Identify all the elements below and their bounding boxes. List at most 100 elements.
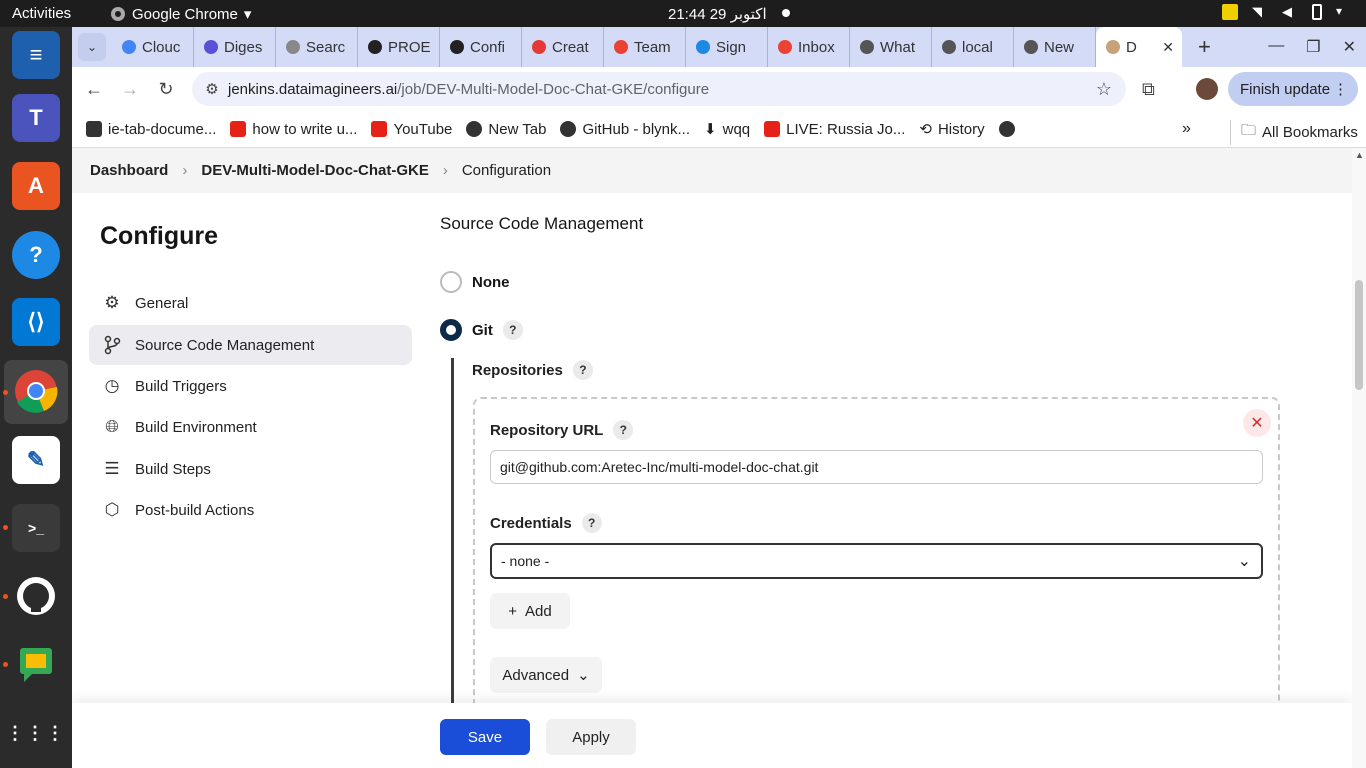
help-icon[interactable]: ?	[613, 420, 634, 440]
bookmark-item[interactable]: how to write u...	[230, 121, 357, 138]
bookmark-star-icon[interactable]: ☆	[1096, 79, 1112, 100]
more-menu-icon: ⋮	[1333, 81, 1348, 98]
browser-tab[interactable]: Inbox	[768, 27, 850, 67]
page-scrollbar[interactable]: ▲	[1352, 148, 1366, 768]
delete-repository-button[interactable]: ✕	[1243, 409, 1271, 437]
tab-label: New	[1044, 38, 1075, 56]
bookmark-item[interactable]: ie-tab-docume...	[86, 121, 216, 138]
extensions-icon[interactable]: ⧉	[1142, 79, 1155, 100]
breadcrumb-job[interactable]: DEV-Multi-Model-Doc-Chat-GKE	[201, 162, 428, 179]
browser-tab[interactable]: Searc	[276, 27, 358, 67]
notes-tray-icon[interactable]	[1222, 4, 1238, 20]
bookmark-label: GitHub - blynk...	[582, 120, 691, 138]
save-button[interactable]: Save	[440, 719, 530, 755]
help-icon[interactable]: ?	[572, 360, 593, 380]
bookmarks-overflow-icon[interactable]: »	[1182, 120, 1191, 138]
github-logo-icon	[17, 577, 55, 615]
browser-tab[interactable]: Diges	[194, 27, 276, 67]
back-button[interactable]: ←	[76, 79, 112, 100]
close-tab-icon[interactable]: ✕	[1162, 39, 1174, 56]
add-credentials-button[interactable]: + Add	[490, 593, 570, 629]
github-icon	[560, 121, 577, 137]
radio-none[interactable]	[440, 271, 462, 293]
app-menu[interactable]: Google Chrome ▾	[110, 5, 251, 23]
sidebar-item-build-environment[interactable]: 🌐︎ Build Environment	[89, 407, 412, 447]
reload-button[interactable]: ↻	[148, 79, 184, 100]
github-icon[interactable]	[12, 572, 60, 620]
scroll-up-icon[interactable]: ▲	[1355, 150, 1364, 160]
finish-update-label: Finish update	[1240, 80, 1331, 98]
notes-icon[interactable]: ✎	[12, 436, 60, 484]
text-editor-icon[interactable]: ≡	[12, 31, 60, 79]
bookmark-item[interactable]: ⬇ wqq	[704, 120, 750, 139]
advanced-button[interactable]: Advanced ⌄	[490, 657, 602, 693]
finish-update-button[interactable]: Finish update ⋮	[1228, 72, 1358, 106]
app-store-icon[interactable]: A	[12, 162, 60, 210]
youtube-icon	[371, 121, 388, 137]
browser-tab[interactable]: Creat	[522, 27, 604, 67]
caret-down-icon[interactable]: ▾	[1336, 4, 1352, 20]
site-info-icon[interactable]: ⚙	[196, 80, 228, 98]
profile-avatar[interactable]	[1196, 78, 1218, 100]
sidebar-item-build-triggers[interactable]: ◷ Build Triggers	[89, 366, 412, 406]
clock[interactable]: اکتوبر 29 21:44	[668, 5, 767, 23]
repository-url-input[interactable]	[490, 450, 1263, 484]
browser-tab[interactable]: What	[850, 27, 932, 67]
sidebar-item-build-steps[interactable]: ☰ Build Steps	[89, 449, 412, 489]
apply-button[interactable]: Apply	[546, 719, 636, 755]
chrome-icon[interactable]	[12, 367, 60, 415]
scm-option-git[interactable]: Git ?	[440, 319, 523, 341]
browser-tab[interactable]: local	[932, 27, 1014, 67]
terminal-icon[interactable]: >_	[12, 504, 60, 552]
browser-tab[interactable]: Team	[604, 27, 686, 67]
bookmark-item[interactable]: LIVE: Russia Jo...	[764, 121, 905, 138]
teams-linux-icon[interactable]: T	[12, 94, 60, 142]
minimize-icon[interactable]: —	[1268, 37, 1284, 57]
bookmark-label: how to write u...	[252, 120, 358, 138]
bookmark-item[interactable]: New Tab	[466, 121, 546, 138]
browser-tab[interactable]: Sign	[686, 27, 768, 67]
scrollbar-thumb[interactable]	[1355, 280, 1363, 390]
system-tray[interactable]: ◥ ◀ ▾	[1222, 4, 1352, 20]
maximize-icon[interactable]: ❐	[1306, 37, 1320, 57]
running-indicator	[3, 662, 8, 667]
bookmark-item[interactable]: ⟲ History	[919, 120, 984, 139]
breadcrumb-dashboard[interactable]: Dashboard	[90, 162, 168, 179]
volume-icon[interactable]: ◀	[1282, 4, 1298, 20]
activities-button[interactable]: Activities	[12, 5, 71, 22]
bookmark-item[interactable]: GitHub - blynk...	[560, 121, 690, 138]
tab-search-button[interactable]: ⌄	[78, 33, 106, 61]
sidebar-item-source-code-management[interactable]: Source Code Management	[89, 325, 412, 365]
help-icon[interactable]: ?	[12, 231, 60, 279]
branch-icon	[101, 334, 123, 356]
bookmark-item[interactable]	[998, 121, 1015, 137]
breadcrumb-current: Configuration	[461, 162, 552, 179]
address-bar[interactable]: ⚙ jenkins.dataimagineers.ai/job/DEV-Mult…	[192, 72, 1126, 106]
all-bookmarks-button[interactable]: 🗀 All Bookmarks	[1230, 120, 1358, 145]
browser-tab[interactable]: Confi	[440, 27, 522, 67]
wifi-icon[interactable]: ◥	[1252, 4, 1268, 20]
browser-tab[interactable]: PROE	[358, 27, 440, 67]
browser-tab-active[interactable]: D ✕	[1096, 27, 1182, 67]
help-icon[interactable]: ?	[502, 320, 523, 340]
repository-url-text: Repository URL	[490, 421, 604, 439]
app-grid-icon[interactable]: ⋮⋮⋮	[6, 709, 64, 757]
tab-label: D	[1126, 38, 1137, 56]
vscode-icon[interactable]: ⟨⟩	[12, 298, 60, 346]
sidebar-item-general[interactable]: ⚙ General	[89, 283, 412, 323]
close-window-icon[interactable]: ✕	[1343, 37, 1356, 57]
sidebar-item-post-build-actions[interactable]: ⬡ Post-build Actions	[89, 490, 412, 530]
credentials-select[interactable]: - none - ⌄	[490, 543, 1263, 579]
bookmark-item[interactable]: YouTube	[371, 121, 452, 138]
browser-tab[interactable]: Clouc	[112, 27, 194, 67]
forward-button[interactable]: →	[112, 79, 148, 100]
browser-tab[interactable]: New	[1014, 27, 1096, 67]
scm-option-none[interactable]: None	[440, 271, 510, 293]
help-icon[interactable]: ?	[581, 513, 602, 533]
new-tab-button[interactable]: +	[1198, 34, 1211, 60]
radio-git[interactable]	[440, 319, 462, 341]
tab-favicon-icon	[122, 40, 136, 54]
tab-strip: ⌄ Clouc Diges Searc PROE Confi Creat Tea…	[72, 27, 1366, 67]
google-chat-icon[interactable]	[12, 640, 60, 688]
battery-icon[interactable]	[1312, 4, 1322, 20]
